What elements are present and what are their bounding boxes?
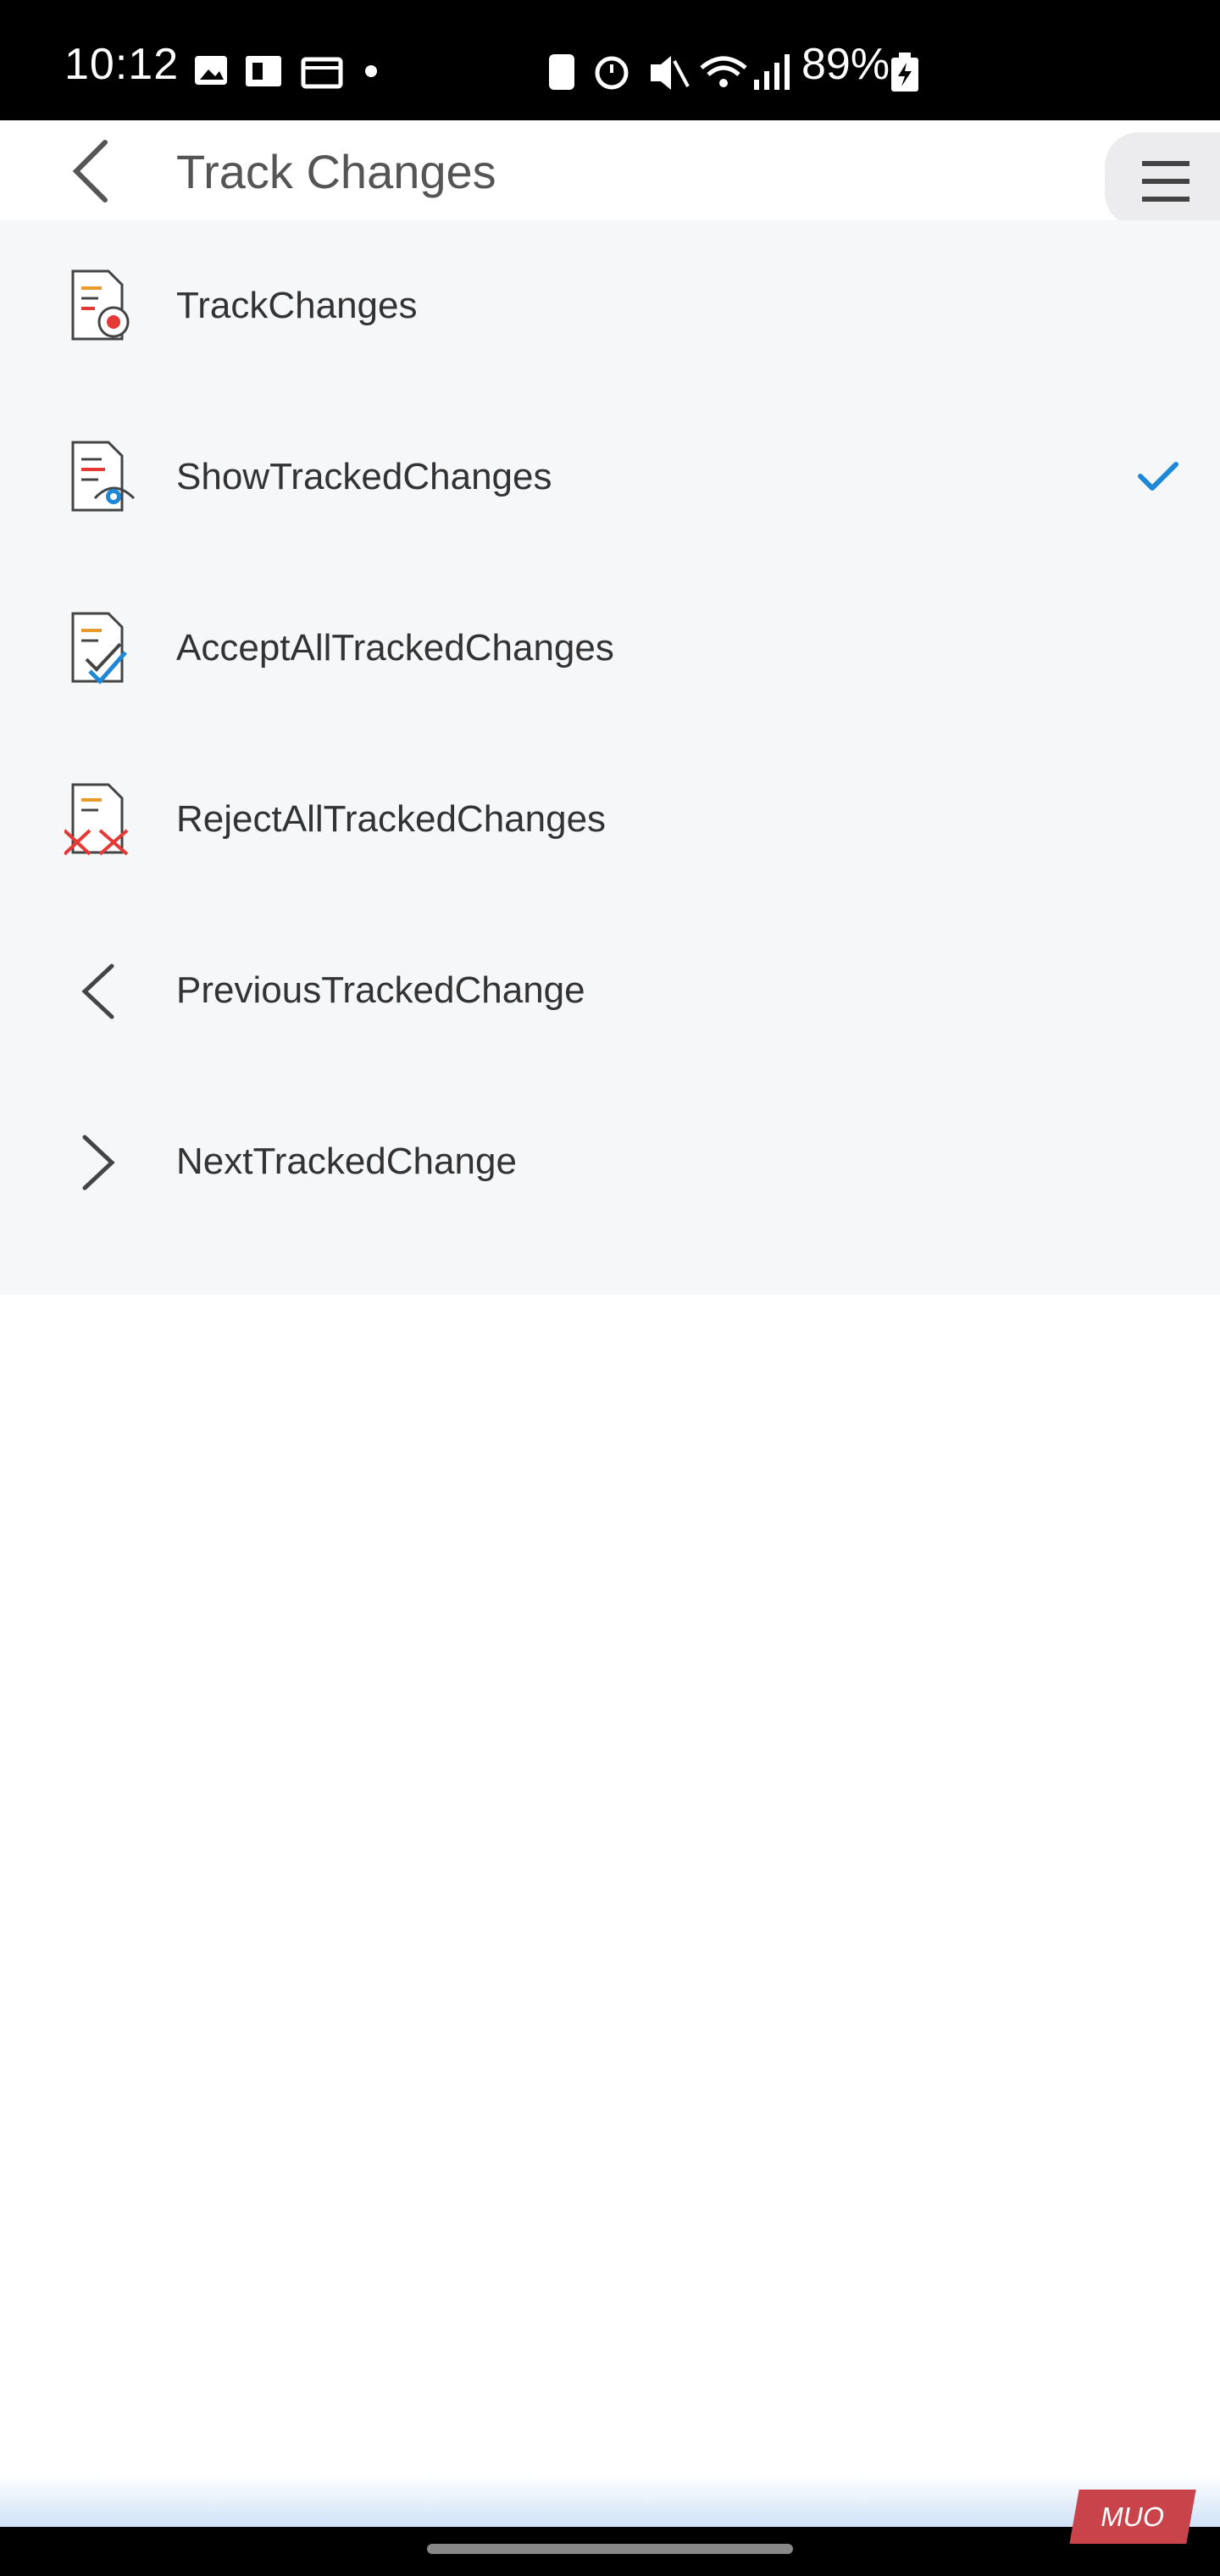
track-changes-icon	[71, 269, 130, 341]
chevron-left-icon	[81, 963, 114, 1019]
system-status-icons	[549, 54, 790, 90]
hamburger-menu-icon	[1142, 161, 1190, 202]
page-title: Track Changes	[176, 145, 496, 198]
menu-item-label: ShowTrackedChanges	[176, 456, 552, 497]
notification-icons	[195, 56, 377, 89]
menu-item-reject-all-tracked-changes[interactable]: RejectAllTrackedChanges	[0, 734, 1220, 905]
menu-button[interactable]	[1105, 132, 1220, 227]
track-changes-menu: TrackChanges ShowTrackedChanges AcceptAl…	[0, 220, 1220, 1295]
accept-all-icon	[71, 612, 127, 685]
menu-item-previous-tracked-change[interactable]: PreviousTrackedChange	[0, 905, 1220, 1076]
app-header: Track Changes	[0, 120, 1220, 227]
menu-item-label: NextTrackedChange	[176, 1141, 517, 1182]
show-tracked-changes-icon	[71, 441, 136, 512]
chevron-left-icon	[72, 140, 108, 203]
bottom-edge-glow	[0, 2474, 1220, 2527]
system-navigation-bar	[0, 2527, 1220, 2576]
menu-item-accept-all-tracked-changes[interactable]: AcceptAllTrackedChanges	[0, 563, 1220, 734]
chevron-right-icon	[82, 1135, 115, 1191]
status-bar: 10:12 89%	[0, 0, 1220, 120]
home-gesture-handle[interactable]	[427, 2544, 793, 2554]
menu-item-label: RejectAllTrackedChanges	[176, 798, 607, 840]
menu-item-label: AcceptAllTrackedChanges	[176, 627, 614, 669]
battery-percentage: 89%	[801, 40, 890, 89]
menu-item-label: PreviousTrackedChange	[176, 969, 585, 1011]
back-button[interactable]	[64, 137, 124, 205]
menu-item-track-changes[interactable]: TrackChanges	[0, 220, 1220, 391]
status-time: 10:12	[64, 40, 180, 89]
menu-item-next-tracked-change[interactable]: NextTrackedChange	[0, 1076, 1220, 1247]
reject-all-icon	[64, 783, 129, 856]
watermark-logo: MUO	[1069, 2490, 1196, 2544]
checkmark-icon	[1138, 462, 1178, 491]
battery-icon	[891, 53, 918, 92]
menu-item-label: TrackChanges	[176, 285, 418, 326]
menu-item-show-tracked-changes[interactable]: ShowTrackedChanges	[0, 391, 1220, 563]
